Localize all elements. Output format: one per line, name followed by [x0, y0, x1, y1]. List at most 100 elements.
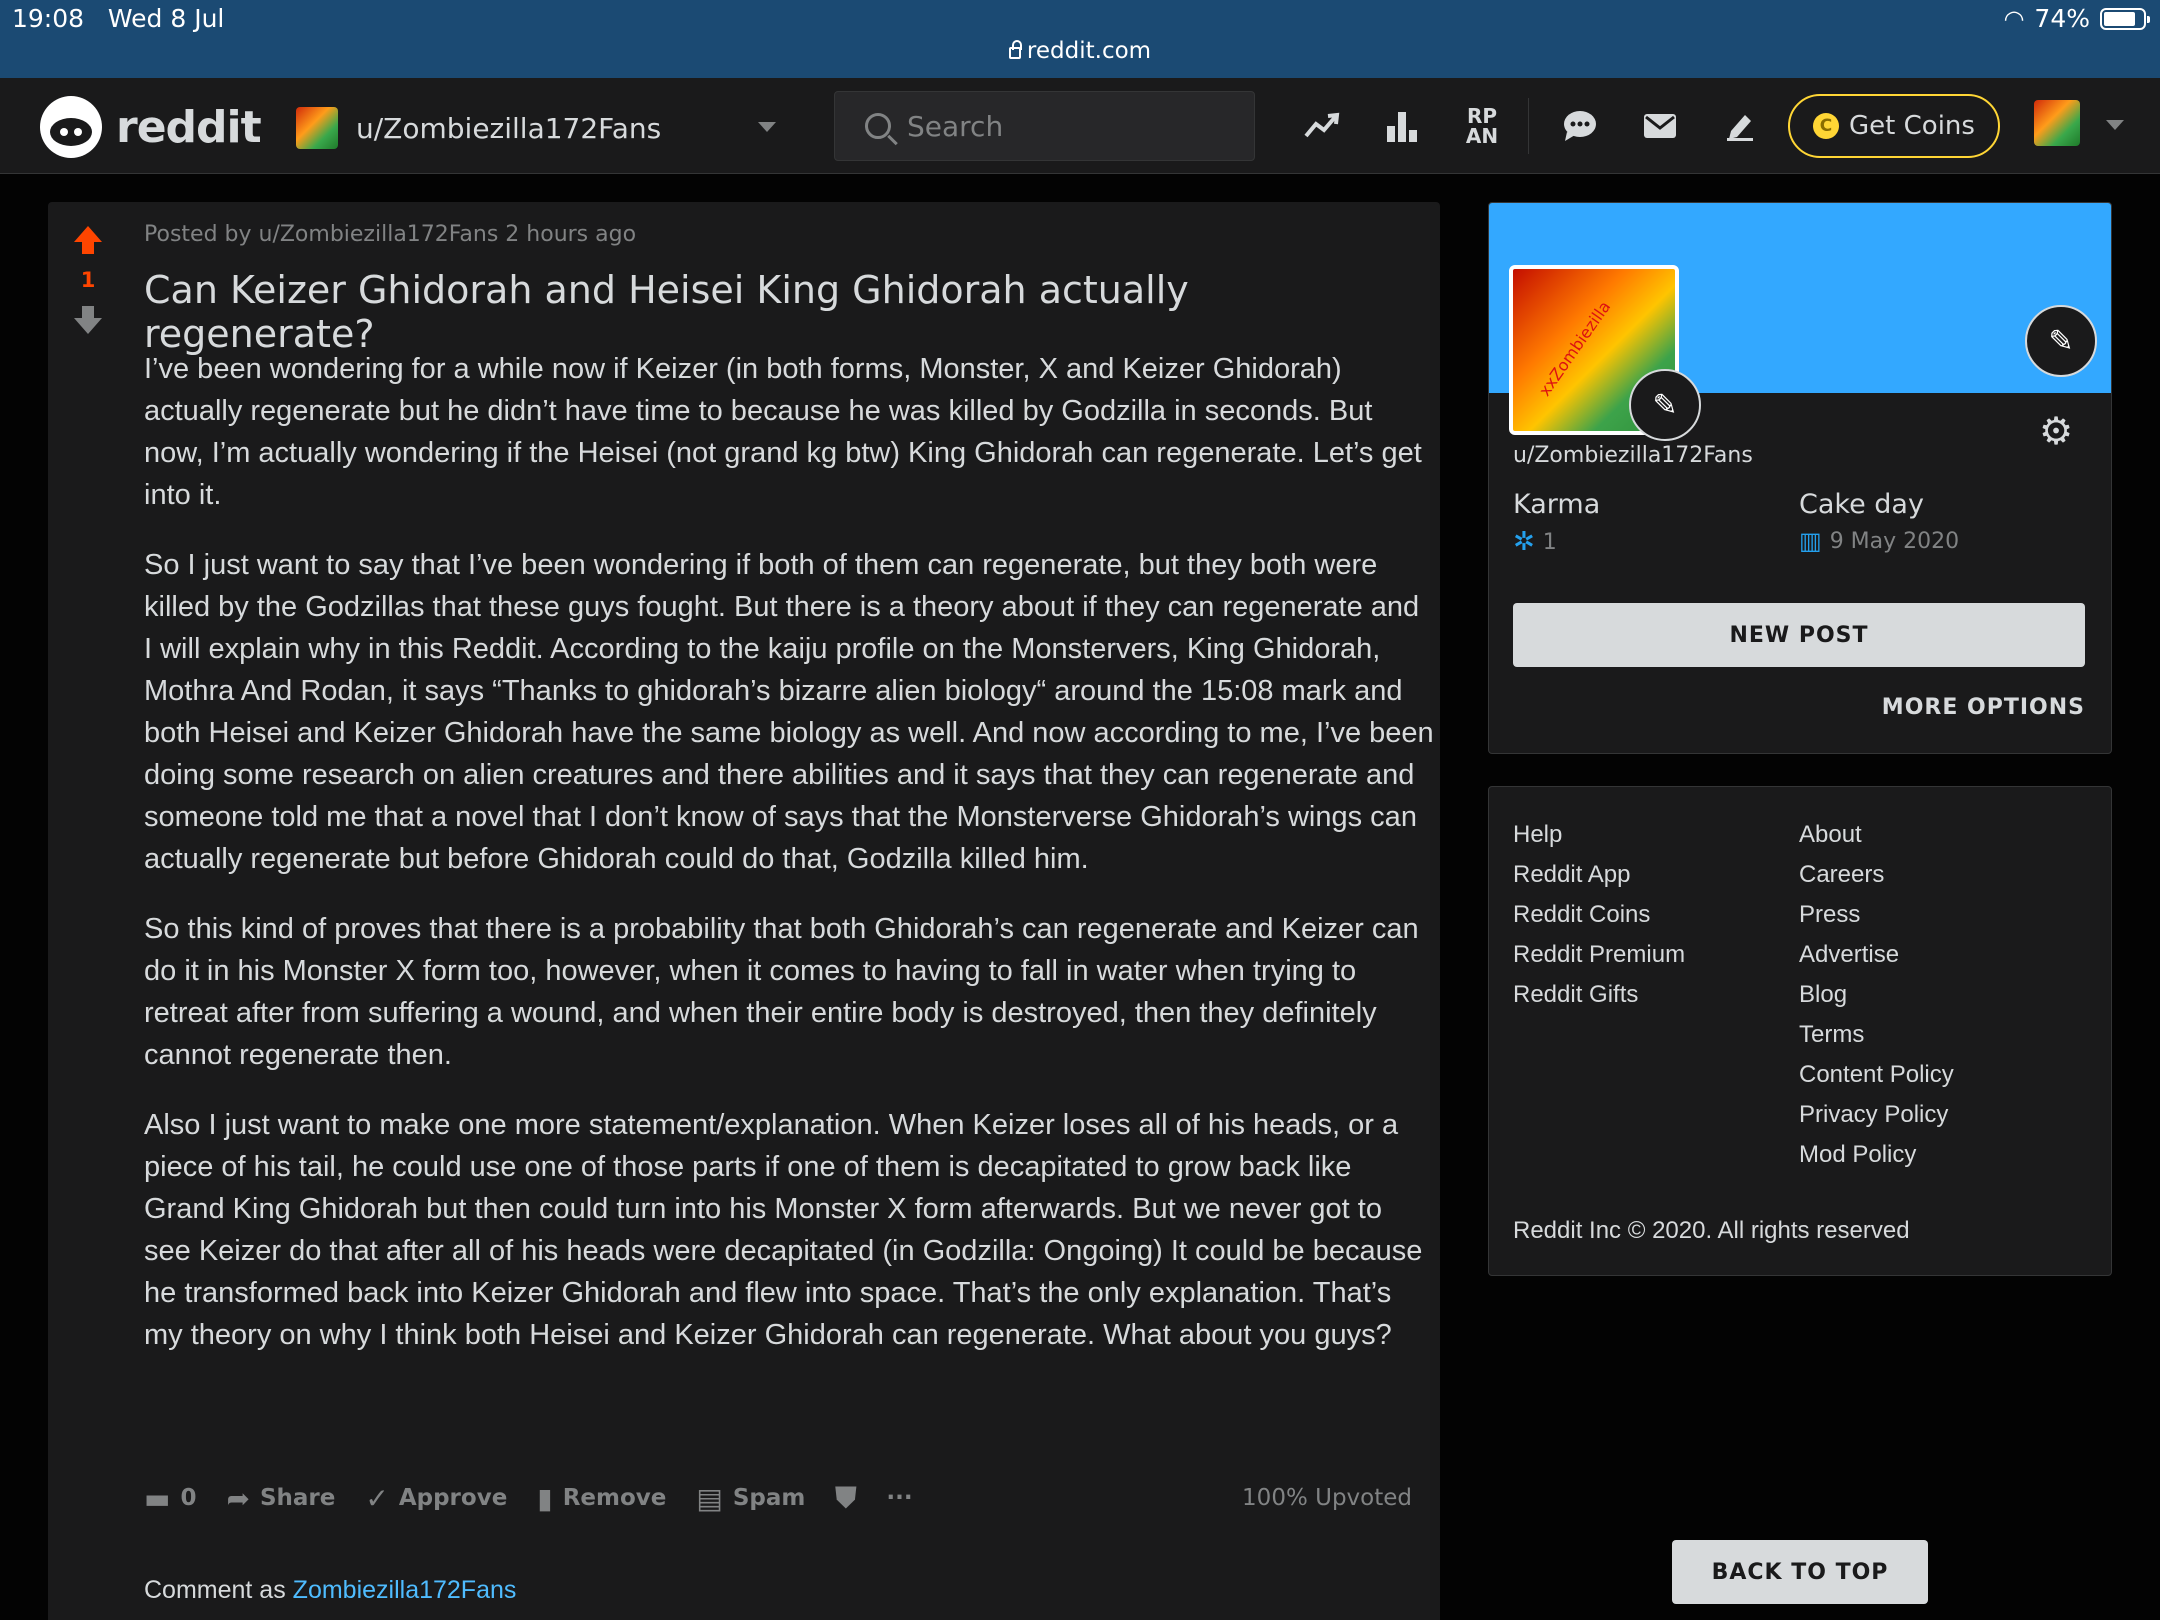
footer-link-advertise[interactable]: Advertise: [1799, 935, 1954, 975]
community-dropdown[interactable]: u/Zombiezilla172Fans: [296, 104, 776, 152]
rpan-icon[interactable]: RP AN: [1458, 102, 1506, 150]
post-paragraph: I’ve been wondering for a while now if K…: [144, 353, 1422, 511]
trash-icon: ▮: [537, 1481, 553, 1515]
post-actions: ▬ 0 ➦ Share ✓ Approve ▮ Remove ▤ Spam ⛊ …: [144, 1480, 1412, 1516]
footer-link-reddit-gifts[interactable]: Reddit Gifts: [1513, 975, 1685, 1015]
footer-link-reddit-premium[interactable]: Reddit Premium: [1513, 935, 1685, 975]
post-paragraph: Also I just want to make one more statem…: [144, 1109, 1423, 1351]
comment-icon: ▬: [144, 1481, 171, 1515]
footer-link-press[interactable]: Press: [1799, 895, 1954, 935]
remove-button[interactable]: ▮ Remove: [537, 1482, 666, 1515]
upvote-ratio: 100% Upvoted: [1242, 1485, 1412, 1511]
downvote-icon[interactable]: [68, 306, 108, 334]
footer-link-privacy-policy[interactable]: Privacy Policy: [1799, 1095, 1954, 1135]
footer-col-2: About Careers Press Advertise Blog Terms…: [1799, 815, 1954, 1175]
post-paragraph: So this kind of proves that there is a p…: [144, 913, 1419, 1071]
mod-shield-button[interactable]: ⛊: [835, 1481, 856, 1515]
more-icon: ···: [886, 1485, 913, 1511]
mail-icon[interactable]: [1636, 102, 1684, 150]
trending-icon[interactable]: [1298, 102, 1346, 150]
new-post-button[interactable]: NEW POST: [1513, 603, 2085, 667]
logo-text: reddit: [116, 101, 262, 153]
more-options-link[interactable]: MORE OPTIONS: [1882, 695, 2085, 720]
cakeday-value: ▥ 9 May 2020: [1799, 527, 1959, 555]
check-icon: ✓: [365, 1481, 389, 1515]
vote-score: 1: [80, 268, 96, 292]
wifi-icon: ◠: [2003, 4, 2025, 33]
footer-link-help[interactable]: Help: [1513, 815, 1685, 855]
more-options-button[interactable]: ···: [886, 1485, 912, 1511]
chevron-down-icon: [758, 122, 776, 132]
url-text: reddit.com: [1026, 38, 1152, 64]
status-right: ◠ 74%: [2003, 4, 2150, 33]
address-bar[interactable]: reddit.com: [0, 38, 2160, 64]
get-coins-button[interactable]: C Get Coins: [1788, 94, 2000, 158]
avatar-watermark: xxZombiezilla: [1534, 297, 1615, 400]
share-button[interactable]: ➦ Share: [226, 1482, 335, 1515]
post-card: 1 Posted by u/Zombiezilla172Fans 2 hours…: [48, 202, 1440, 1620]
remove-label: Remove: [562, 1485, 667, 1511]
snoo-icon: [40, 96, 102, 158]
back-to-top-button[interactable]: BACK TO TOP: [1672, 1540, 1928, 1604]
search-icon: [865, 113, 891, 139]
search-input[interactable]: Search: [834, 91, 1255, 161]
approve-button[interactable]: ✓ Approve: [365, 1482, 507, 1515]
spam-label: Spam: [732, 1485, 806, 1511]
reddit-header: reddit u/Zombiezilla172Fans Search RP AN…: [0, 78, 2160, 174]
comment-as-label: Comment as: [144, 1576, 286, 1604]
lock-icon: [1008, 40, 1022, 59]
edit-banner-button[interactable]: ✎: [2025, 305, 2097, 377]
comment-count: 0: [180, 1485, 197, 1511]
leaderboard-icon[interactable]: [1378, 102, 1426, 150]
post-meta: Posted by u/Zombiezilla172Fans 2 hours a…: [144, 222, 637, 247]
footer-link-reddit-app[interactable]: Reddit App: [1513, 855, 1685, 895]
footer-link-blog[interactable]: Blog: [1799, 975, 1954, 1015]
vote-column: 1: [68, 226, 108, 334]
header-divider: [1528, 98, 1529, 154]
pencil-icon: ✎: [1652, 387, 1678, 423]
footer-link-reddit-coins[interactable]: Reddit Coins: [1513, 895, 1685, 935]
upvote-icon[interactable]: [68, 226, 108, 254]
user-avatar[interactable]: [2034, 100, 2080, 146]
community-avatar: [296, 107, 338, 149]
status-time: 19:08 Wed 8 Jul: [12, 4, 225, 33]
coin-icon: C: [1813, 113, 1840, 139]
footer-link-about[interactable]: About: [1799, 815, 1954, 855]
profile-username: u/Zombiezilla172Fans: [1513, 443, 1753, 468]
footer-link-content-policy[interactable]: Content Policy: [1799, 1055, 1954, 1095]
spam-icon: ▤: [696, 1481, 723, 1515]
footer-link-careers[interactable]: Careers: [1799, 855, 1954, 895]
approve-label: Approve: [398, 1485, 508, 1511]
cake-icon: ▥: [1799, 527, 1822, 555]
cakeday-label: Cake day: [1799, 489, 1924, 520]
footer-link-mod-policy[interactable]: Mod Policy: [1799, 1135, 1954, 1175]
karma-value: ✲ 1: [1513, 527, 1557, 557]
chat-icon[interactable]: [1556, 102, 1604, 150]
post-paragraph: So I just want to say that I’ve been won…: [144, 549, 1434, 875]
share-icon: ➦: [226, 1481, 250, 1515]
search-placeholder: Search: [907, 109, 1004, 143]
chevron-down-icon[interactable]: [2106, 120, 2124, 130]
pencil-icon: ✎: [2048, 323, 2074, 359]
reddit-logo[interactable]: reddit: [40, 96, 262, 158]
battery-icon: [2100, 7, 2150, 30]
spam-button[interactable]: ▤ Spam: [696, 1482, 805, 1515]
comment-as-user-link[interactable]: Zombiezilla172Fans: [293, 1576, 517, 1604]
post-title: Can Keizer Ghidorah and Heisei King Ghid…: [144, 268, 1189, 356]
comment-as: Comment as Zombiezilla172Fans: [144, 1576, 516, 1605]
gear-icon[interactable]: ⚙: [2039, 409, 2073, 453]
ios-status-bar: 19:08 Wed 8 Jul ◠ 74% reddit.com: [0, 0, 2160, 78]
karma-icon: ✲: [1513, 527, 1535, 557]
profile-card: xxZombiezilla ✎ ✎ ⚙ u/Zombiezilla172Fans…: [1488, 202, 2112, 754]
footer-link-terms[interactable]: Terms: [1799, 1015, 1954, 1055]
share-label: Share: [259, 1485, 336, 1511]
post-body: I’ve been wondering for a while now if K…: [144, 348, 1434, 1384]
battery-percent: 74%: [2034, 4, 2090, 33]
get-coins-label: Get Coins: [1849, 111, 1975, 141]
edit-avatar-button[interactable]: ✎: [1629, 369, 1701, 441]
create-post-icon[interactable]: [1716, 102, 1764, 150]
shield-icon: ⛊: [835, 1481, 857, 1514]
comments-button[interactable]: ▬ 0: [144, 1482, 196, 1515]
copyright-text: Reddit Inc © 2020. All rights reserved: [1513, 1217, 1910, 1244]
community-name: u/Zombiezilla172Fans: [356, 111, 662, 145]
